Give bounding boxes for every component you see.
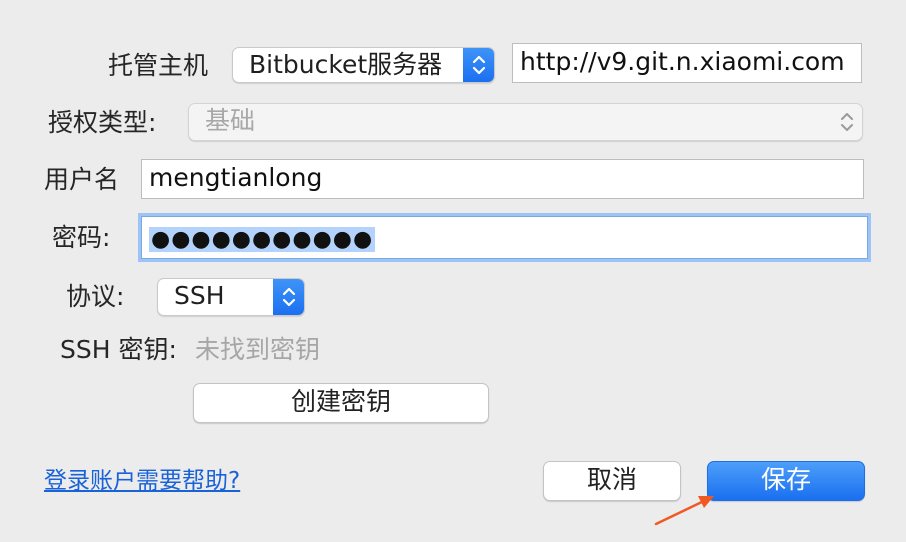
protocol-label: 协议: [66,282,125,311]
chevron-updown-icon [463,48,494,82]
username-input[interactable]: mengtianlong [141,159,864,199]
create-key-button[interactable]: 创建密钥 [193,383,489,423]
save-button[interactable]: 保存 [707,461,865,501]
protocol-value: SSH [174,281,225,310]
host-type-value: Bitbucket服务器 [249,50,443,79]
protocol-select[interactable]: SSH [157,278,305,316]
password-label: 密码: [52,223,111,252]
chevron-updown-icon [831,104,862,140]
password-masked-value: ●●●●●●●●●●● [149,227,376,252]
ssh-key-status: 未找到密钥 [195,335,321,364]
host-label: 托管主机 [108,51,209,80]
username-label: 用户名 [44,165,120,194]
host-type-select[interactable]: Bitbucket服务器 [232,47,495,83]
ssh-key-label: SSH 密钥: [60,335,177,364]
annotation-arrow-icon [654,496,714,526]
host-url-input[interactable]: http://v9.git.n.xiaomi.com [512,43,862,83]
password-input[interactable]: ●●●●●●●●●●● [141,216,868,259]
auth-type-value: 基础 [205,106,256,135]
chevron-updown-icon [273,279,304,315]
auth-type-label: 授权类型: [48,108,157,137]
auth-type-select[interactable]: 基础 [188,103,863,141]
help-link[interactable]: 登录账户需要帮助? [44,466,240,496]
